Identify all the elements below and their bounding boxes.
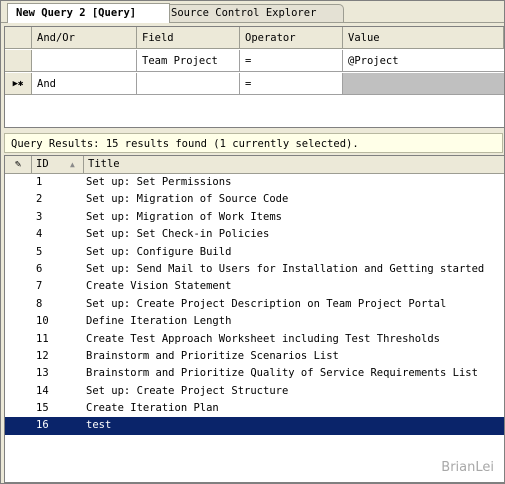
work-item-id: 7 <box>36 280 43 293</box>
work-item-id: 14 <box>36 384 49 397</box>
work-item-id: 4 <box>36 228 43 241</box>
work-item-title: Set up: Create Project Structure <box>86 384 289 397</box>
criteria-new-row[interactable]: ▶✱ And = <box>5 73 504 96</box>
criteria-header-and-or[interactable]: And/Or <box>32 27 137 49</box>
results-header-title[interactable]: Title <box>84 156 504 173</box>
table-row[interactable]: 13 Brainstorm and Prioritize Quality of S… <box>5 365 504 382</box>
row-selector[interactable] <box>5 50 32 72</box>
table-row[interactable]: 10 Define Iteration Length <box>5 313 504 330</box>
work-item-title: Set up: Migration of Work Items <box>86 210 282 223</box>
work-item-title: Set up: Migration of Source Code <box>86 193 289 206</box>
table-row[interactable]: 1 Set up: Set Permissions <box>5 174 504 191</box>
table-row[interactable]: 11 Create Test Approach Worksheet includi… <box>5 331 504 348</box>
work-item-id: 2 <box>36 193 43 206</box>
work-item-id: 6 <box>36 262 43 275</box>
work-item-id: 15 <box>36 402 49 415</box>
criteria-header-row: And/Or Field Operator Value <box>5 27 504 50</box>
table-row[interactable]: 6 Set up: Send Mail to Users for Installa… <box>5 261 504 278</box>
work-item-title: Brainstorm and Prioritize Quality of Ser… <box>86 367 478 380</box>
field-cell[interactable]: Team Project <box>137 50 240 72</box>
work-item-title: Set up: Set Check-in Policies <box>86 228 270 241</box>
criteria-header-operator[interactable]: Operator <box>240 27 343 49</box>
work-item-title: Create Test Approach Worksheet including… <box>86 332 441 345</box>
work-item-title: Create Vision Statement <box>86 280 232 293</box>
work-item-title: Set up: Create Project Description on Te… <box>86 297 447 310</box>
table-row[interactable]: 15 Create Iteration Plan <box>5 400 504 417</box>
new-row-indicator-icon[interactable]: ▶✱ <box>5 73 32 95</box>
and-or-cell[interactable] <box>32 50 137 72</box>
work-item-id: 10 <box>36 315 49 328</box>
work-item-title: test <box>86 419 112 432</box>
query-window: New Query 2 [Query] Source Control Explo… <box>0 0 505 484</box>
criteria-header-field[interactable]: Field <box>137 27 240 49</box>
table-row[interactable]: 7 Create Vision Statement <box>5 278 504 295</box>
criteria-row[interactable]: Team Project = @Project <box>5 50 504 73</box>
work-item-title: Set up: Send Mail to Users for Installat… <box>86 262 485 275</box>
work-item-title: Set up: Set Permissions <box>86 176 232 188</box>
table-row[interactable]: 5 Set up: Configure Build <box>5 244 504 261</box>
sort-ascending-icon: ▲ <box>70 160 75 169</box>
table-row[interactable]: 2 Set up: Migration of Source Code <box>5 191 504 208</box>
value-cell[interactable]: @Project <box>343 50 504 72</box>
work-item-id: 3 <box>36 210 43 223</box>
results-rows: 1 Set up: Set Permissions 2 Set up: Migrati… <box>5 174 504 435</box>
results-status-bar: Query Results: 15 results found (1 curre… <box>4 133 503 153</box>
table-row[interactable]: 8 Set up: Create Project Description on T… <box>5 296 504 313</box>
pencil-icon[interactable]: ✎ <box>5 156 32 173</box>
work-item-id: 8 <box>36 297 43 310</box>
work-item-title: Create Iteration Plan <box>86 402 219 415</box>
work-item-id: 12 <box>36 349 49 362</box>
and-or-cell[interactable]: And <box>32 73 137 95</box>
table-row[interactable]: 14 Set up: Create Project Structure <box>5 383 504 400</box>
watermark: BrianLei <box>441 460 494 475</box>
work-item-id: 5 <box>36 245 43 258</box>
work-item-id: 13 <box>36 367 49 380</box>
table-row[interactable]: 4 Set up: Set Check-in Policies <box>5 226 504 243</box>
results-header-id[interactable]: ID ▲ <box>32 156 84 173</box>
tab-source-control-explorer[interactable]: Source Control Explorer <box>162 4 344 22</box>
operator-cell[interactable]: = <box>240 73 343 95</box>
work-item-id: 11 <box>36 332 49 345</box>
operator-cell[interactable]: = <box>240 50 343 72</box>
work-item-title: Set up: Configure Build <box>86 245 232 258</box>
criteria-header-value[interactable]: Value <box>343 27 504 49</box>
query-results-list: ✎ ID ▲ Title 1 Set up: Set Permissions 2 Se… <box>4 155 505 483</box>
tab-strip: New Query 2 [Query] Source Control Explo… <box>1 1 504 23</box>
table-row[interactable]: 16 test <box>5 417 504 435</box>
field-cell[interactable] <box>137 73 240 95</box>
work-item-id: 1 <box>36 176 43 188</box>
work-item-title: Brainstorm and Prioritize Scenarios List <box>86 349 339 362</box>
value-cell[interactable] <box>343 73 504 95</box>
criteria-header-corner <box>5 27 32 49</box>
table-row[interactable]: 12 Brainstorm and Prioritize Scenarios Li… <box>5 348 504 365</box>
id-header-label: ID <box>36 158 49 170</box>
query-criteria-grid: And/Or Field Operator Value Team Project… <box>4 26 505 128</box>
results-header-row: ✎ ID ▲ Title <box>5 156 504 174</box>
table-row[interactable]: 3 Set up: Migration of Work Items <box>5 209 504 226</box>
work-item-id: 16 <box>36 419 49 432</box>
work-item-title: Define Iteration Length <box>86 315 232 328</box>
tab-new-query-2[interactable]: New Query 2 [Query] <box>7 3 170 23</box>
